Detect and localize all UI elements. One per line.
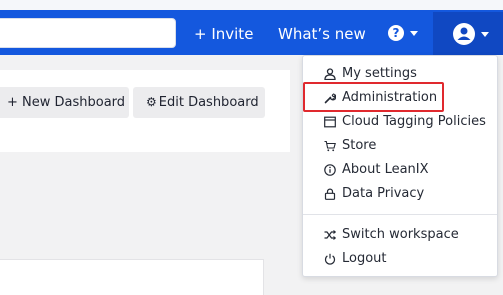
avatar-icon <box>453 23 475 45</box>
lock-icon <box>324 188 336 200</box>
menu-item-label: Cloud Tagging Policies <box>342 114 486 129</box>
window-icon <box>324 116 336 128</box>
search-input[interactable] <box>0 18 176 48</box>
menu-item-label: Administration <box>342 90 438 105</box>
menu-item-logout[interactable]: Logout <box>303 247 497 271</box>
menu-item-my-settings[interactable]: My settings <box>303 62 497 86</box>
user-menu-button[interactable] <box>433 12 503 55</box>
info-icon <box>324 164 336 176</box>
top-edge <box>0 0 503 10</box>
edit-dashboard-label: Edit Dashboard <box>158 95 259 110</box>
cart-icon <box>324 140 336 152</box>
gear-icon: ⚙ <box>146 95 157 109</box>
menu-item-data-privacy[interactable]: Data Privacy <box>303 182 497 206</box>
shuffle-icon <box>324 230 336 240</box>
menu-item-label: Switch workspace <box>342 227 459 242</box>
top-navigation-bar: + Invite What’s new ? <box>0 0 503 55</box>
chevron-down-icon <box>410 31 418 36</box>
invite-button[interactable]: + Invite <box>194 23 253 45</box>
menu-item-label: Store <box>342 138 377 153</box>
new-dashboard-label: + New Dashboard <box>7 95 126 110</box>
user-icon <box>324 68 336 80</box>
new-dashboard-button[interactable]: + New Dashboard <box>0 87 129 118</box>
menu-item-administration[interactable]: Administration <box>303 86 497 110</box>
menu-item-label: About LeanIX <box>342 162 429 177</box>
app-root: + Invite What’s new ? + New Dashboard ⚙ E… <box>0 0 503 295</box>
menu-item-label: Logout <box>342 251 387 266</box>
whats-new-button[interactable]: What’s new <box>278 23 366 45</box>
wrench-icon <box>324 93 336 104</box>
user-dropdown-menu: My settings Administration Cloud Tagging… <box>302 55 498 277</box>
menu-item-about-leanix[interactable]: About LeanIX <box>303 158 497 182</box>
menu-item-label: My settings <box>342 66 417 81</box>
power-icon <box>324 253 336 265</box>
menu-divider <box>303 214 497 215</box>
menu-item-switch-workspace[interactable]: Switch workspace <box>303 223 497 247</box>
help-icon: ? <box>388 25 404 41</box>
menu-item-store[interactable]: Store <box>303 134 497 158</box>
chevron-down-icon <box>481 32 489 37</box>
menu-item-cloud-tagging-policies[interactable]: Cloud Tagging Policies <box>303 110 497 134</box>
dashboard-panel <box>0 259 264 295</box>
menu-item-label: Data Privacy <box>342 186 425 201</box>
edit-dashboard-button[interactable]: ⚙ Edit Dashboard <box>133 87 265 118</box>
